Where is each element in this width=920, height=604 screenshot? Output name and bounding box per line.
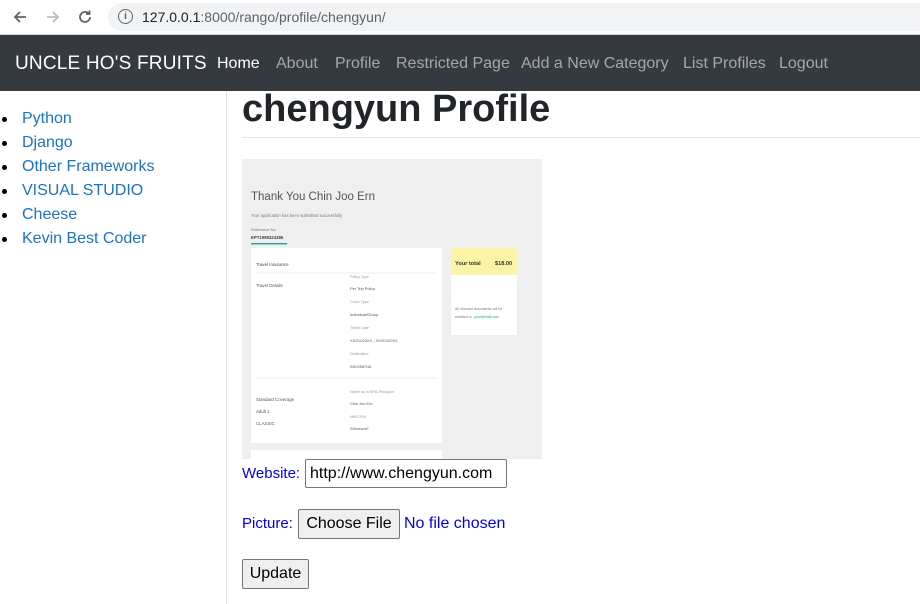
sidebar-item-django[interactable]: Django: [22, 134, 73, 152]
url-text: 127.0.0.1:8000/rango/profile/chengyun/: [142, 9, 386, 25]
url-path: :8000/rango/profile/chengyun/: [200, 9, 386, 25]
nav-profile[interactable]: Profile: [335, 55, 380, 73]
bullet-icon: [2, 237, 7, 242]
picture-heading: Thank You Chin Joo Ern: [251, 191, 375, 203]
picture-email-note-2: emailed to: [455, 315, 472, 319]
nav-list-profiles[interactable]: List Profiles: [683, 55, 766, 73]
sidebar-item-python[interactable]: Python: [22, 110, 72, 128]
picture-email-note: All relevant documents will be: [455, 307, 502, 311]
picture-policy-value: Per Trip Policy: [350, 286, 375, 291]
no-file-text: No file chosen: [404, 515, 506, 532]
picture-policy-label: Policy Type: [350, 275, 369, 279]
address-bar[interactable]: i 127.0.0.1:8000/rango/profile/chengyun/: [108, 3, 920, 31]
picture-label: Picture:: [242, 515, 293, 532]
picture-cover-label: Cover Type: [350, 300, 369, 304]
profile-picture: Thank You Chin Joo Ern Your application …: [242, 159, 542, 459]
picture-details-label: Travel Details: [256, 283, 283, 288]
sidebar-item-visual-studio[interactable]: VISUAL STUDIO: [22, 182, 143, 200]
picture-plan-label: CLASSIC: [256, 421, 275, 426]
website-field[interactable]: [305, 459, 507, 488]
forward-arrow-icon[interactable]: [42, 6, 64, 28]
update-button[interactable]: Update: [242, 559, 309, 589]
picture-nric-value: S9xxxxxxF: [350, 426, 369, 431]
brand-logo[interactable]: UNCLE HO'S FRUITS: [15, 53, 207, 75]
top-navbar: UNCLE HO'S FRUITS Home About Profile Res…: [0, 35, 920, 91]
picture-dest-label: Destination: [350, 352, 368, 356]
sidebar-item-other-frameworks[interactable]: Other Frameworks: [22, 158, 154, 176]
picture-nric-label: NRIC/FIN: [350, 415, 366, 419]
picture-dest-value: INDONESIA: [350, 364, 372, 369]
bullet-icon: [2, 213, 7, 218]
picture-insured-label: Name as in NRIC/Passport: [350, 390, 394, 394]
picture-coverage-label: Standard Coverage: [256, 397, 295, 402]
picture-date-label: Travel Date: [350, 326, 369, 330]
page-title: chengyun Profile: [242, 88, 551, 130]
nav-add-category[interactable]: Add a New Category: [521, 55, 669, 73]
browser-toolbar: i 127.0.0.1:8000/rango/profile/chengyun/: [0, 0, 920, 35]
bullet-icon: [2, 141, 7, 146]
back-arrow-icon[interactable]: [9, 6, 31, 28]
picture-date-value: XX/XX/20XX - XX/XX/20XX: [350, 338, 398, 343]
bullet-icon: [2, 189, 7, 194]
bullet-icon: [2, 117, 7, 122]
picture-reference-label: Reference No: [251, 227, 276, 232]
nav-restricted-page[interactable]: Restricted Page: [396, 55, 510, 73]
picture-insured-value: Chin Joo Ern: [350, 401, 373, 406]
title-divider: [242, 137, 920, 138]
picture-reference-value: EPT1998324386: [251, 235, 284, 240]
picture-cover-value: Individual/Group: [350, 312, 378, 317]
sidebar-item-cheese[interactable]: Cheese: [22, 206, 77, 224]
choose-file-button[interactable]: Choose File: [298, 509, 400, 539]
website-label: Website:: [242, 465, 301, 482]
reload-icon[interactable]: [74, 6, 96, 28]
url-host: 127.0.0.1: [142, 9, 201, 25]
sidebar-item-kevin-best-coder[interactable]: Kevin Best Coder: [22, 230, 147, 248]
nav-about[interactable]: About: [276, 55, 318, 73]
sidebar: Python Django Other Frameworks VISUAL ST…: [0, 91, 227, 604]
nav-home[interactable]: Home: [217, 55, 260, 73]
picture-subtitle: Your application has been submitted succ…: [251, 213, 343, 218]
picture-adult-label: Adult 1: [256, 409, 270, 414]
picture-total-value: $18.00: [495, 261, 512, 267]
picture-section: Travel Insurance: [256, 262, 289, 267]
nav-logout[interactable]: Logout: [779, 55, 828, 73]
picture-email-link: your@mail.com: [474, 315, 499, 319]
picture-total-label: Your total: [455, 261, 481, 267]
info-icon[interactable]: i: [118, 9, 133, 24]
bullet-icon: [2, 165, 7, 170]
